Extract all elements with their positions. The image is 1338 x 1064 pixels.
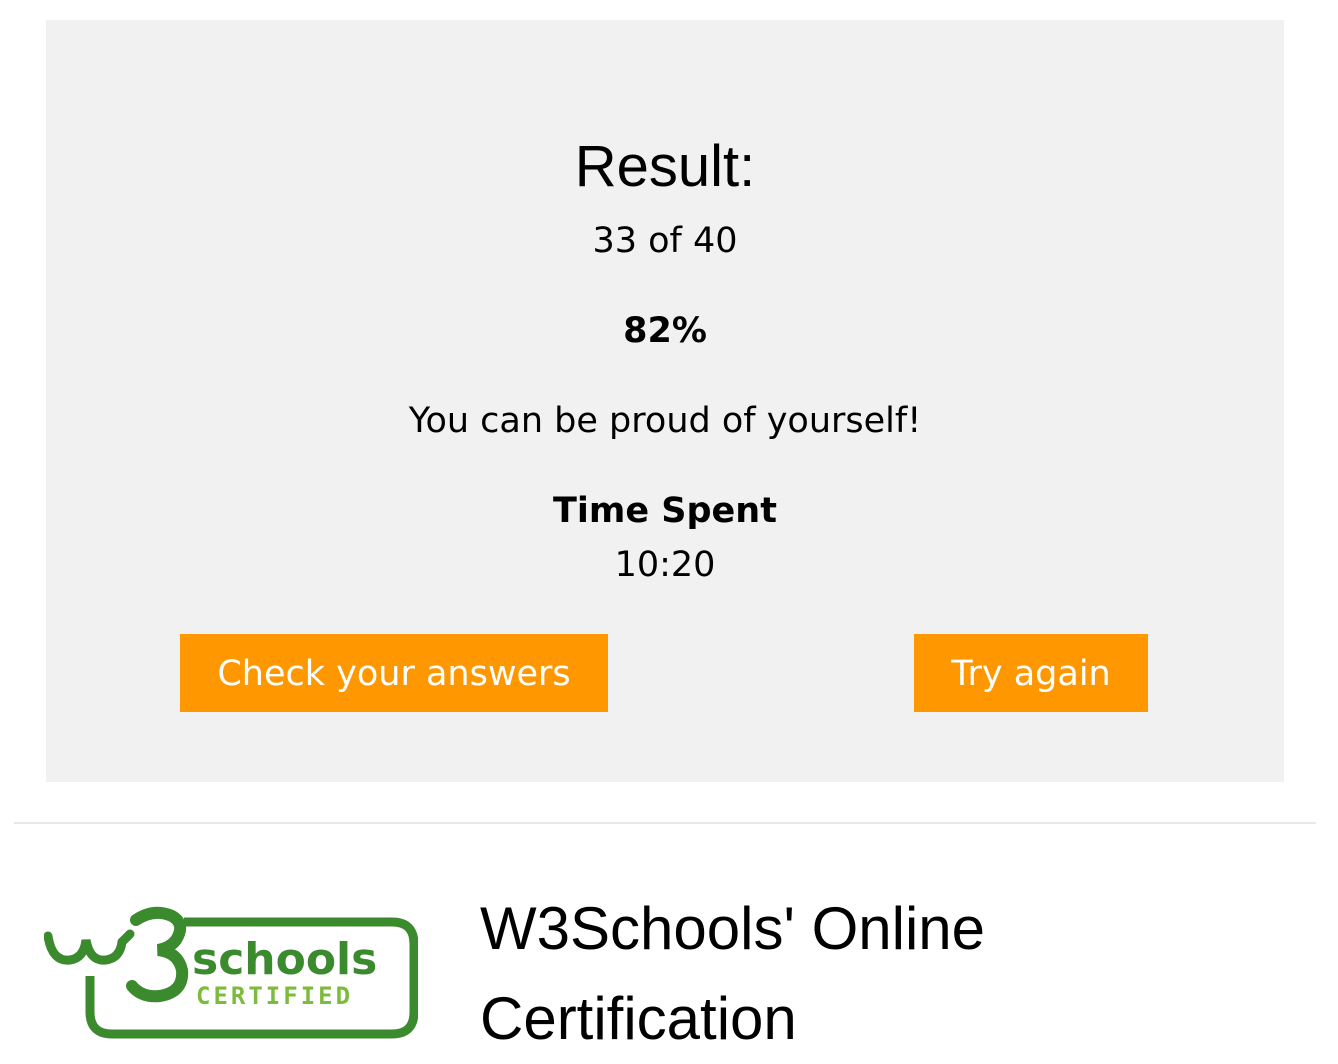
check-answers-button[interactable]: Check your answers bbox=[180, 634, 608, 712]
logo-tagline: CERTIFIED bbox=[196, 982, 353, 1010]
result-message: You can be proud of yourself! bbox=[408, 401, 922, 441]
score-text: 33 of 40 bbox=[592, 221, 738, 261]
time-spent-value: 10:20 bbox=[614, 545, 716, 585]
result-heading: Result: bbox=[574, 134, 756, 199]
score-percent: 82% bbox=[623, 311, 707, 351]
quiz-result-panel: Result: 33 of 40 82% You can be proud of… bbox=[46, 20, 1284, 782]
try-again-button[interactable]: Try again bbox=[914, 634, 1148, 712]
section-divider bbox=[14, 822, 1316, 824]
certification-title: W3Schools' Online Certification bbox=[480, 895, 986, 1052]
w3schools-certified-logo: schools CERTIFIED bbox=[44, 906, 418, 1039]
time-spent-label: Time Spent bbox=[553, 491, 777, 531]
logo-wordmark: schools bbox=[192, 934, 377, 985]
